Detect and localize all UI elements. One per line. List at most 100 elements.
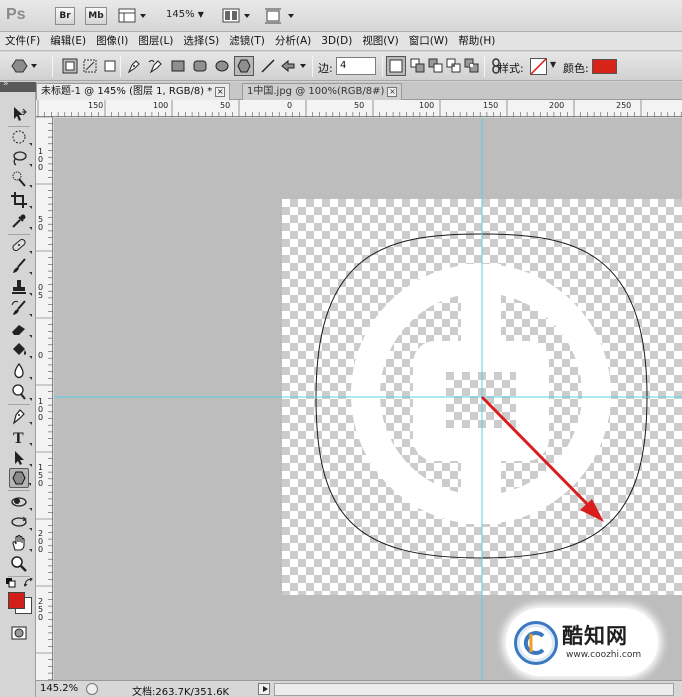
history-brush-tool[interactable] (9, 298, 32, 318)
tool-group-caret (29, 206, 32, 209)
canvas-work-area[interactable] (54, 118, 682, 680)
tab-close-icon[interactable]: × (215, 87, 226, 97)
dodge-tool[interactable] (9, 382, 32, 402)
quick-selection-tool[interactable] (9, 169, 32, 189)
bridge-button[interactable]: Br (55, 7, 75, 25)
polygon-option[interactable] (234, 56, 254, 76)
intersect-shape-button[interactable] (446, 58, 462, 74)
status-zoom-level[interactable]: 145.2% (40, 683, 78, 694)
line-icon (261, 59, 275, 73)
photoshop-logo: Ps (6, 6, 26, 23)
tool-separator (8, 576, 30, 577)
type-tool[interactable]: T (9, 427, 32, 447)
tab-untitled-document[interactable]: 未标题-1 @ 145% (图层 1, RGB/8) * × (36, 83, 231, 100)
style-dropdown-caret[interactable]: ▼ (550, 60, 556, 69)
tab-close-icon[interactable]: × (387, 87, 398, 97)
paint-bucket-tool[interactable] (9, 340, 32, 360)
menu-select[interactable]: 选择(S) (178, 32, 224, 50)
horizontal-scrollbar[interactable] (274, 683, 674, 696)
path-selection-tool[interactable] (9, 448, 32, 468)
quick-selection-icon (12, 171, 26, 187)
options-separator (52, 56, 53, 77)
tool-group-caret (29, 422, 32, 425)
horizontal-ruler[interactable]: 150 100 50 0 50 100 150 200 250 (36, 100, 682, 117)
view-extras-icon (118, 8, 146, 23)
status-menu-arrow-icon[interactable] (258, 683, 270, 695)
subtract-shape-icon (428, 58, 443, 73)
menu-layer[interactable]: 图层(L) (133, 32, 178, 50)
freeform-pen-option[interactable] (148, 58, 164, 74)
add-to-shape-button[interactable] (410, 58, 426, 74)
screen-mode-button[interactable] (264, 7, 298, 28)
sides-input[interactable]: 4 (336, 57, 376, 75)
ellipse-option[interactable] (214, 58, 230, 74)
arrange-documents-icon (222, 8, 250, 23)
brush-tool[interactable] (9, 256, 32, 276)
polygon-tool[interactable] (9, 468, 31, 488)
ruler-label: 0 (287, 101, 293, 110)
fill-pixels-button[interactable] (102, 58, 118, 74)
tool-group-caret (29, 335, 32, 338)
menu-3d[interactable]: 3D(D) (316, 32, 357, 50)
zoom-level-select[interactable]: 145% ▼ (166, 9, 204, 20)
eyedropper-tool[interactable] (9, 211, 32, 231)
hand-tool[interactable] (9, 533, 32, 553)
menu-image[interactable]: 图像(I) (91, 32, 133, 50)
rectangular-marquee-tool[interactable] (9, 127, 32, 147)
move-tool[interactable] (9, 104, 29, 124)
lasso-tool[interactable] (9, 148, 32, 168)
custom-shape-icon (281, 59, 306, 73)
status-info-icon[interactable] (86, 683, 98, 695)
new-shape-layer-button[interactable] (386, 56, 406, 76)
line-option[interactable] (260, 58, 276, 74)
menu-edit[interactable]: 编辑(E) (45, 32, 91, 50)
polygon-icon (237, 59, 251, 73)
shape-layers-button[interactable] (62, 58, 78, 74)
eraser-tool[interactable] (9, 319, 32, 339)
quick-mask-mode-button[interactable] (9, 623, 29, 643)
menu-file[interactable]: 文件(F) (0, 32, 45, 50)
vertical-ruler[interactable]: 1 0 0 5 0 0 5 0 1 0 0 1 5 0 2 0 0 2 5 0 (36, 117, 53, 680)
blur-tool[interactable] (9, 361, 32, 381)
menu-filter[interactable]: 滤镜(T) (224, 32, 270, 50)
paths-button[interactable] (82, 58, 98, 74)
pen-tool[interactable] (9, 406, 32, 426)
tool-preset-picker[interactable] (8, 58, 38, 74)
tool-group-caret (29, 549, 32, 552)
mini-bridge-button[interactable]: Mb (85, 7, 107, 25)
tools-panel-header[interactable]: » (0, 79, 36, 92)
brush-icon (13, 258, 26, 273)
default-colors-button[interactable] (6, 578, 16, 591)
clone-stamp-tool[interactable] (9, 277, 32, 297)
pen-tool-option[interactable] (126, 58, 142, 74)
shape-color-swatch[interactable] (592, 59, 617, 74)
3d-orbit-tool[interactable] (9, 512, 32, 532)
tool-group-caret (29, 293, 32, 296)
menu-window[interactable]: 窗口(W) (404, 32, 454, 50)
freeform-pen-icon (148, 60, 162, 74)
foreground-color-swatch[interactable] (8, 592, 25, 609)
zoom-tool[interactable] (9, 554, 29, 574)
subtract-shape-button[interactable] (428, 58, 444, 74)
blur-drop-icon (14, 362, 24, 379)
exclude-shape-button[interactable] (464, 58, 480, 74)
rectangle-icon (171, 60, 185, 72)
arrange-documents-button[interactable] (222, 7, 252, 28)
custom-shape-option[interactable] (280, 58, 310, 74)
move-icon (14, 107, 27, 121)
style-picker[interactable] (530, 58, 547, 75)
tool-separator (8, 490, 30, 491)
view-extras-button[interactable] (118, 7, 148, 28)
menu-help[interactable]: 帮助(H) (453, 32, 500, 50)
tab-china-jpg[interactable]: 1中国.jpg @ 100%(RGB/8#) × (242, 83, 403, 100)
healing-bandage-icon (12, 238, 26, 252)
menu-analysis[interactable]: 分析(A) (270, 32, 316, 50)
hand-icon (12, 534, 25, 551)
3d-rotate-tool[interactable] (9, 492, 32, 512)
menu-view[interactable]: 视图(V) (357, 32, 403, 50)
spot-healing-brush-tool[interactable] (9, 235, 32, 255)
crop-tool[interactable] (9, 190, 32, 210)
rounded-rectangle-option[interactable] (192, 58, 208, 74)
swap-colors-button[interactable] (23, 577, 34, 591)
rectangle-option[interactable] (170, 58, 186, 74)
